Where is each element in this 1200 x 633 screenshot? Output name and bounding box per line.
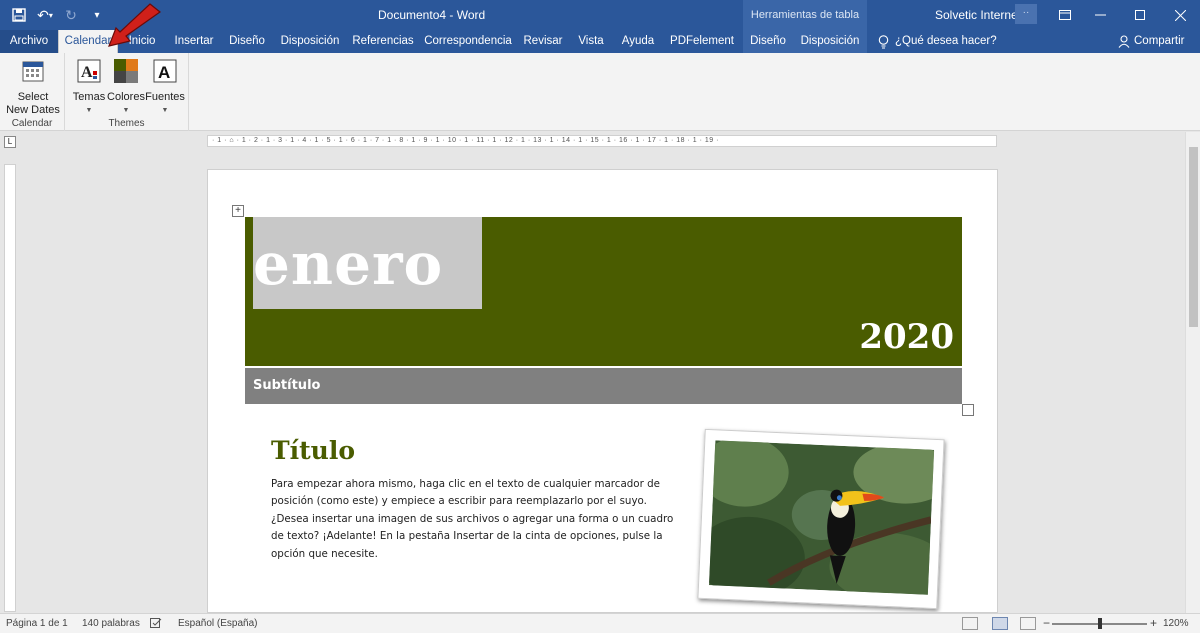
document-body-text[interactable]: Para empezar ahora mismo, haga clic en e… bbox=[271, 476, 681, 563]
tab-archivo[interactable]: Archivo bbox=[0, 30, 58, 53]
table-resize-handle-icon[interactable] bbox=[962, 404, 974, 416]
tab-diseno[interactable]: Diseño bbox=[226, 30, 268, 53]
account-name[interactable]: Solvetic Internet bbox=[935, 8, 1021, 22]
year-title[interactable]: 2020 bbox=[859, 317, 954, 357]
avatar[interactable]: ·· bbox=[1015, 4, 1037, 24]
toucan-photo[interactable] bbox=[697, 428, 945, 610]
zoom-out-button[interactable]: − bbox=[1043, 616, 1050, 630]
fuentes-label: Fuentes bbox=[145, 91, 185, 103]
temas-label: Temas bbox=[72, 91, 106, 103]
colors-icon bbox=[114, 59, 138, 83]
tab-ayuda[interactable]: Ayuda bbox=[617, 30, 659, 53]
month-title[interactable]: enero bbox=[253, 229, 443, 299]
word-count[interactable]: 140 palabras bbox=[82, 618, 140, 629]
select-new-dates-button[interactable]: Select New Dates bbox=[4, 58, 62, 117]
ribbon-tabs: Archivo Calendar Inicio Insertar Diseño … bbox=[0, 30, 1200, 53]
save-icon[interactable] bbox=[8, 5, 30, 25]
vertical-scrollbar[interactable] bbox=[1185, 132, 1200, 613]
print-layout-icon[interactable] bbox=[992, 617, 1008, 630]
document-title: Documento4 - Word bbox=[378, 8, 486, 22]
colores-button[interactable]: Colores ▼ bbox=[107, 58, 145, 117]
minimize-button[interactable] bbox=[1080, 0, 1120, 30]
redo-icon[interactable]: ↻ bbox=[60, 5, 82, 25]
quick-access-toolbar: ↶ ▾ ↻ ▾ bbox=[8, 5, 108, 25]
select-dates-label-2: New Dates bbox=[6, 104, 60, 116]
share-label: Compartir bbox=[1134, 35, 1185, 47]
zoom-slider-thumb[interactable] bbox=[1098, 618, 1102, 629]
lightbulb-icon bbox=[878, 34, 889, 48]
language-status[interactable]: Español (España) bbox=[178, 618, 258, 629]
undo-icon[interactable]: ↶ ▾ bbox=[34, 5, 56, 25]
svg-text:A: A bbox=[158, 63, 170, 82]
annotation-arrow-icon bbox=[108, 3, 161, 47]
tell-me-label: ¿Qué desea hacer? bbox=[895, 35, 997, 47]
proofing-icon[interactable] bbox=[150, 618, 162, 632]
zoom-in-button[interactable]: + bbox=[1150, 616, 1157, 630]
tab-vista[interactable]: Vista bbox=[574, 30, 608, 53]
calendar-group-label: Calendar bbox=[11, 118, 53, 129]
table-move-handle-icon[interactable]: + bbox=[232, 205, 244, 217]
calendar-icon bbox=[22, 61, 44, 82]
document-heading[interactable]: Título bbox=[271, 436, 355, 465]
document-page[interactable]: + enero 2020 Subtítulo Título Para empez… bbox=[207, 169, 998, 613]
subtitle-text[interactable]: Subtítulo bbox=[253, 378, 320, 393]
scrollbar-thumb[interactable] bbox=[1189, 147, 1198, 327]
table-tools-header: Herramientas de tabla bbox=[743, 0, 867, 30]
zoom-level[interactable]: 120% bbox=[1163, 618, 1189, 629]
close-button[interactable] bbox=[1160, 0, 1200, 30]
colores-caret-icon: ▼ bbox=[122, 107, 130, 114]
themes-group-label: Themes bbox=[108, 118, 145, 129]
tell-me-search[interactable]: ¿Qué desea hacer? bbox=[878, 30, 997, 53]
read-mode-icon[interactable] bbox=[962, 617, 978, 630]
person-icon bbox=[1118, 35, 1130, 48]
themes-icon: A bbox=[77, 59, 101, 83]
horizontal-ruler[interactable]: · 1 · ⌂ · 1 · 2 · 1 · 3 · 1 · 4 · 1 · 5 … bbox=[207, 135, 997, 147]
fuentes-button[interactable]: A Fuentes ▼ bbox=[145, 58, 185, 117]
title-bar: ↶ ▾ ↻ ▾ Documento4 - Word Herramientas de… bbox=[0, 0, 1200, 30]
ruler-marks: · 1 · ⌂ · 1 · 2 · 1 · 3 · 1 · 4 · 1 · 5 … bbox=[212, 137, 719, 144]
calendar-group: Select New Dates Calendar bbox=[0, 53, 65, 131]
temas-button[interactable]: A Temas ▼ bbox=[69, 58, 109, 117]
vertical-ruler[interactable] bbox=[4, 164, 16, 612]
status-bar: Página 1 de 1 140 palabras Español (Espa… bbox=[0, 613, 1200, 633]
tab-table-disposicion[interactable]: Disposición bbox=[793, 30, 867, 53]
tab-selector-icon[interactable]: L bbox=[4, 136, 16, 148]
page-count[interactable]: Página 1 de 1 bbox=[6, 618, 68, 629]
tab-insertar[interactable]: Insertar bbox=[170, 30, 218, 53]
tab-table-diseno[interactable]: Diseño bbox=[743, 30, 793, 53]
fonts-icon: A bbox=[153, 59, 177, 83]
tab-correspondencia[interactable]: Correspondencia bbox=[424, 30, 512, 53]
web-layout-icon[interactable] bbox=[1020, 617, 1036, 630]
temas-caret-icon: ▼ bbox=[85, 107, 93, 114]
select-dates-label-1: Select bbox=[17, 91, 49, 103]
colores-label: Colores bbox=[107, 91, 145, 103]
calendar-banner[interactable]: enero 2020 bbox=[245, 217, 962, 366]
fuentes-caret-icon: ▼ bbox=[161, 107, 169, 114]
svg-text:A: A bbox=[81, 64, 93, 81]
subtitle-bar[interactable]: Subtítulo bbox=[245, 368, 962, 404]
tab-revisar[interactable]: Revisar bbox=[521, 30, 565, 53]
ribbon-display-options-icon[interactable] bbox=[1045, 0, 1085, 30]
share-button[interactable]: Compartir bbox=[1118, 30, 1184, 53]
tab-referencias[interactable]: Referencias bbox=[351, 30, 415, 53]
themes-group: A Temas ▼ Colores ▼ A Fuentes ▼ Themes bbox=[65, 53, 189, 131]
tab-disposicion[interactable]: Disposición bbox=[278, 30, 342, 53]
toucan-image-icon bbox=[709, 440, 935, 595]
tab-pdfelement[interactable]: PDFelement bbox=[668, 30, 736, 53]
maximize-button[interactable] bbox=[1120, 0, 1160, 30]
ribbon: Select New Dates Calendar A Temas ▼ Colo… bbox=[0, 53, 1200, 131]
